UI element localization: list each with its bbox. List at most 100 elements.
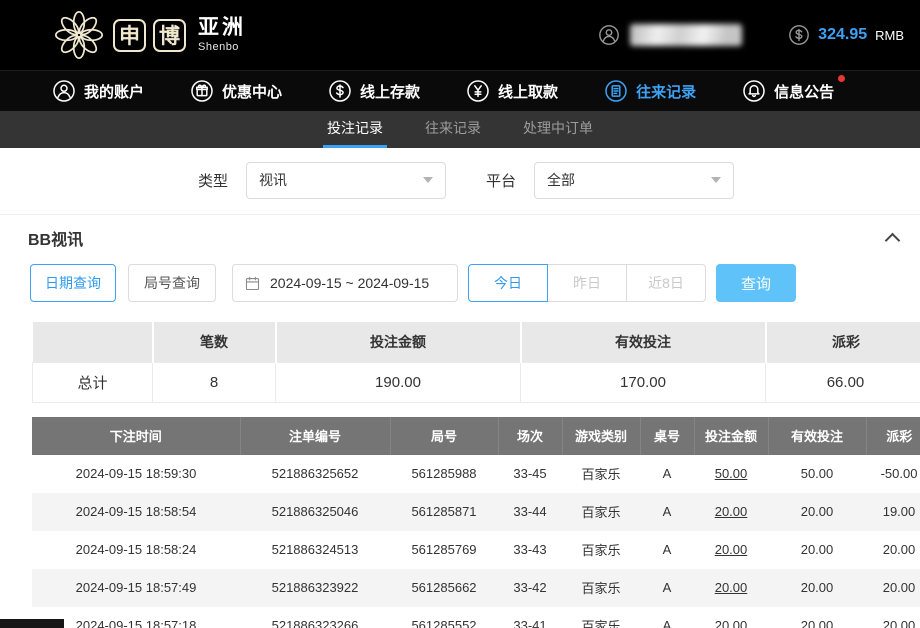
platform-label: 平台 (486, 170, 516, 191)
tab-0[interactable]: 投注记录 (323, 111, 387, 148)
cell-game: 百家乐 (562, 455, 640, 493)
page: 申 博 亚洲 Shenbo 324.95 RMB (0, 0, 920, 628)
notification-dot (838, 75, 845, 82)
cell-table_no: A (640, 531, 694, 569)
date-query-button[interactable]: 日期查询 (30, 264, 116, 302)
username-redacted (630, 24, 742, 46)
withdraw-icon (466, 79, 490, 103)
type-dropdown[interactable]: 视讯 (246, 162, 446, 199)
nav-item-withdraw[interactable]: 线上取款 (466, 79, 558, 103)
summary-table: 笔数投注金额有效投注派彩 总计8190.00170.0066.00 (32, 322, 920, 403)
tab-2[interactable]: 处理中订单 (519, 111, 597, 148)
cell-time: 2024-09-15 18:57:49 (32, 569, 240, 607)
records-header-cell: 有效投注 (768, 417, 866, 455)
dollar-icon (788, 24, 810, 46)
user-account[interactable] (598, 24, 742, 46)
type-label: 类型 (198, 170, 228, 191)
platform-dropdown-value: 全部 (547, 170, 575, 190)
nav-label: 优惠中心 (222, 81, 282, 102)
records-header-cell: 注单编号 (240, 417, 390, 455)
summary-value-cell: 总计 (33, 362, 153, 402)
nav-item-gift[interactable]: 优惠中心 (190, 79, 282, 103)
today-button[interactable]: 今日 (468, 264, 548, 302)
cell-payout: 19.00 (866, 493, 920, 531)
sub-tabs: 投注记录 往来记录 处理中订单 (0, 111, 920, 148)
summary-value-cell: 190.00 (276, 362, 521, 402)
table-row: 2024-09-15 18:57:18521886323266561285552… (32, 607, 920, 628)
bottom-widget[interactable] (0, 619, 64, 628)
date-range-input[interactable]: 2024-09-15 ~ 2024-09-15 (232, 264, 458, 302)
cell-payout: 20.00 (866, 531, 920, 569)
cell-session: 33-45 (498, 455, 562, 493)
records-header-cell: 游戏类别 (562, 417, 640, 455)
cell-game: 百家乐 (562, 493, 640, 531)
bet-records-table: 下注时间注单编号局号场次游戏类别桌号投注金额有效投注派彩 2024-09-15 … (32, 417, 920, 628)
table-row: 2024-09-15 18:57:49521886323922561285662… (32, 569, 920, 607)
cell-game: 百家乐 (562, 531, 640, 569)
logo-char-shen: 申 (113, 19, 146, 52)
nav-item-bell[interactable]: 信息公告 (742, 79, 834, 103)
cell-session: 33-44 (498, 493, 562, 531)
last-8-days-button[interactable]: 近8日 (626, 264, 706, 302)
tab-label: 投注记录 (327, 118, 383, 138)
records-icon (604, 79, 628, 103)
header-right: 324.95 RMB (598, 24, 904, 46)
records-header-cell: 场次 (498, 417, 562, 455)
tab-1[interactable]: 往来记录 (421, 111, 485, 148)
chevron-down-icon (423, 177, 433, 183)
section-header: BB视讯 (0, 214, 920, 260)
user-icon (52, 79, 76, 103)
date-range-value: 2024-09-15 ~ 2024-09-15 (270, 275, 429, 291)
cell-bet_amount[interactable]: 20.00 (694, 569, 768, 607)
search-button[interactable]: 查询 (716, 264, 796, 302)
section-title: BB视讯 (28, 226, 83, 250)
cell-game: 百家乐 (562, 607, 640, 628)
summary-value-cell: 170.00 (521, 362, 766, 402)
date-preset-group: 今日 昨日 近8日 (468, 264, 706, 302)
cell-bet_id: 521886323922 (240, 569, 390, 607)
yesterday-button[interactable]: 昨日 (547, 264, 627, 302)
tab-label: 往来记录 (425, 118, 481, 138)
records-header-cell: 局号 (390, 417, 498, 455)
platform-dropdown[interactable]: 全部 (534, 162, 734, 199)
cell-bet_amount[interactable]: 20.00 (694, 493, 768, 531)
nav-item-user[interactable]: 我的账户 (52, 79, 144, 103)
cell-session: 33-41 (498, 607, 562, 628)
nav-label: 信息公告 (774, 81, 834, 102)
summary-header-row: 笔数投注金额有效投注派彩 (33, 322, 920, 362)
cell-bet_amount[interactable]: 20.00 (694, 607, 768, 628)
summary-header-cell: 投注金额 (276, 322, 521, 362)
cell-session: 33-43 (498, 531, 562, 569)
user-icon (598, 24, 620, 46)
nav-label: 线上存款 (360, 81, 420, 102)
cell-valid_bet: 20.00 (768, 493, 866, 531)
collapse-chevron-icon[interactable] (885, 232, 901, 248)
records-header-cell: 桌号 (640, 417, 694, 455)
balance[interactable]: 324.95 RMB (788, 24, 904, 46)
gift-icon (190, 79, 214, 103)
round-query-button[interactable]: 局号查询 (128, 264, 216, 302)
summary-header-cell: 有效投注 (521, 322, 766, 362)
cell-round: 561285769 (390, 531, 498, 569)
brand-logo: 申 博 亚洲 Shenbo (52, 8, 246, 62)
cell-round: 561285871 (390, 493, 498, 531)
nav-label: 我的账户 (84, 81, 144, 102)
brand-region-text: 亚洲 (198, 17, 246, 39)
cell-valid_bet: 20.00 (768, 531, 866, 569)
cell-bet_amount[interactable]: 20.00 (694, 531, 768, 569)
brand-subtitle: Shenbo (198, 41, 246, 53)
cell-round: 561285552 (390, 607, 498, 628)
cell-bet_id: 521886325652 (240, 455, 390, 493)
nav-item-records[interactable]: 往来记录 (604, 79, 696, 103)
nav-item-deposit[interactable]: 线上存款 (328, 79, 420, 103)
cell-bet_amount[interactable]: 50.00 (694, 455, 768, 493)
records-header-cell: 下注时间 (32, 417, 240, 455)
brand-region: 亚洲 Shenbo (198, 17, 246, 52)
cell-payout: 20.00 (866, 569, 920, 607)
cell-round: 561285662 (390, 569, 498, 607)
records-header-cell: 投注金额 (694, 417, 768, 455)
cell-time: 2024-09-15 18:58:24 (32, 531, 240, 569)
type-filter: 类型 视讯 (198, 162, 446, 199)
cell-table_no: A (640, 493, 694, 531)
cell-valid_bet: 20.00 (768, 569, 866, 607)
